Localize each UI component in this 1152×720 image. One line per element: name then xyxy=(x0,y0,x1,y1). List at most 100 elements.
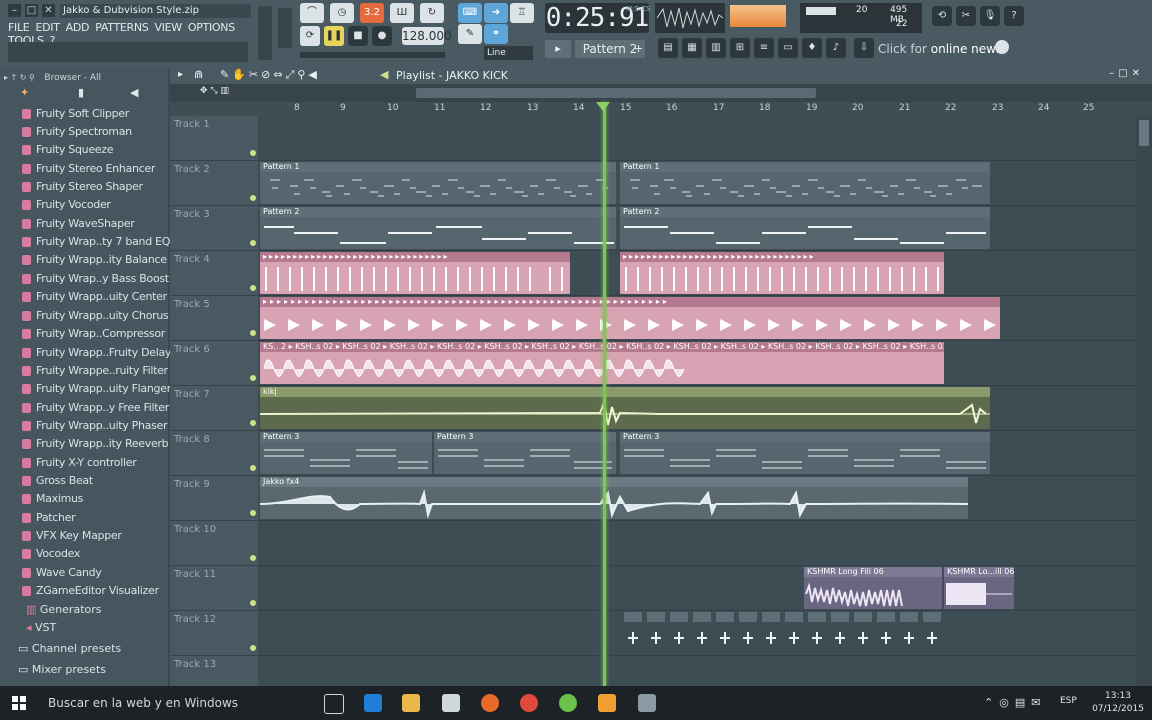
link-icon[interactable]: ⚭ xyxy=(484,24,508,44)
task-view-icon[interactable] xyxy=(324,694,344,714)
file-explorer-icon[interactable] xyxy=(402,694,420,712)
fl-studio-icon[interactable] xyxy=(598,694,616,712)
playhead-marker-icon[interactable] xyxy=(596,102,610,111)
track-mute-icon[interactable] xyxy=(250,240,256,246)
track-lane[interactable]: Pattern 3 Pattern 3 Pattern 3 xyxy=(258,431,1136,476)
audio-clip-kikj[interactable]: kikj xyxy=(260,387,990,429)
track-lane[interactable]: KSHMR Long Fill 06 KSHMR Lo...ill 06 xyxy=(258,566,1136,611)
browser-item[interactable]: Fruity Wrapp..Fruity Delay xyxy=(22,344,171,362)
browser-sort-icon[interactable]: ✦ xyxy=(20,86,32,99)
browser-item[interactable]: Fruity Wrapp..ity Balance xyxy=(22,251,167,269)
browser-item[interactable]: Wave Candy xyxy=(22,564,102,582)
pattern-clip[interactable]: Pattern 3 xyxy=(260,432,432,474)
browser-item[interactable]: Fruity Spectroman xyxy=(22,123,132,141)
track-mute-icon[interactable] xyxy=(250,645,256,651)
cut-icon[interactable]: ✂ xyxy=(956,6,976,26)
firefox-icon[interactable] xyxy=(481,694,499,712)
pattern-clip[interactable]: Pattern 3 xyxy=(434,432,616,474)
pattern-prev-icon[interactable]: ▸ xyxy=(545,40,571,58)
browser-item[interactable]: Fruity Wrapp..y Free Filter xyxy=(22,399,169,417)
blend-notes-icon[interactable]: ♖ xyxy=(510,3,534,23)
language-indicator[interactable]: ESP xyxy=(1060,696,1077,706)
playlist-nav-icon[interactable]: ✥ ⤡ ▥ xyxy=(200,86,250,98)
track-header[interactable]: Track 2 xyxy=(170,161,258,206)
track-lane[interactable] xyxy=(258,116,1136,161)
store-icon[interactable] xyxy=(442,694,460,712)
browser-item[interactable]: ZGameEditor Visualizer xyxy=(22,582,159,600)
track-lane[interactable]: ▸▸▸▸▸▸▸▸▸▸▸▸▸▸▸▸▸▸▸▸▸▸▸▸▸▸▸▸▸▸▸▸▸▸▸▸▸▸▸▸… xyxy=(258,296,1136,341)
mixer-icon[interactable]: ⊞ xyxy=(730,38,750,58)
pattern-song-toggle-icon[interactable]: ⟳ xyxy=(300,26,320,46)
track-mute-icon[interactable] xyxy=(250,465,256,471)
audio-clip-bass[interactable]: ▸▸▸▸▸▸▸▸▸▸▸▸▸▸▸▸▸▸▸▸▸▸▸▸▸▸▸▸▸▸▸▸▸▸▸▸▸▸▸▸… xyxy=(260,297,1000,339)
loop-record-icon[interactable]: ↻ xyxy=(420,3,444,23)
menu-file[interactable]: FILE xyxy=(8,21,30,34)
vertical-scrollbar[interactable] xyxy=(1136,116,1152,686)
track-mute-icon[interactable] xyxy=(250,375,256,381)
track-mute-icon[interactable] xyxy=(250,285,256,291)
plugin-picker-icon[interactable]: ♦ xyxy=(802,38,822,58)
pattern-clip[interactable]: Pattern 2 xyxy=(620,207,990,249)
track-mute-icon[interactable] xyxy=(250,195,256,201)
mixer-faders-icon[interactable]: ≡ xyxy=(754,38,774,58)
browser-item[interactable]: Fruity Wrap..ty 7 band EQ xyxy=(22,233,170,251)
metronome-icon[interactable]: ◷ xyxy=(330,3,354,23)
online-news-link[interactable]: Click for online news xyxy=(878,40,1010,58)
mic-icon[interactable]: 🎙 xyxy=(980,6,1000,26)
browser-item[interactable]: Fruity Vocoder xyxy=(22,196,111,214)
browser-folder-icon[interactable]: ▮ xyxy=(78,86,90,99)
piano-roll-icon[interactable]: ▦ xyxy=(682,38,702,58)
minimize-icon[interactable]: – xyxy=(8,4,21,17)
track-lane[interactable]: KS.. 2 ▸ KSH..s 02 ▸ KSH..s 02 ▸ KSH..s … xyxy=(258,341,1136,386)
help-icon[interactable]: ? xyxy=(1004,6,1024,26)
browser-item[interactable]: Vocodex xyxy=(22,545,80,563)
browser-speaker-icon[interactable]: ◀ xyxy=(130,86,142,99)
magnet-icon[interactable]: ⋒ xyxy=(194,68,203,81)
track-mute-icon[interactable] xyxy=(250,420,256,426)
edge-icon[interactable] xyxy=(364,694,382,712)
audio-clip-kshmr-fill[interactable]: KSHMR Long Fill 06 xyxy=(804,567,942,609)
master-volume-slider[interactable] xyxy=(258,6,272,60)
channel-rack-icon[interactable]: ▥ xyxy=(706,38,726,58)
track-lane[interactable] xyxy=(258,611,1136,656)
browser-folder-channel-presets[interactable]: ▭ Channel presets xyxy=(18,640,121,658)
pattern-clip[interactable]: Pattern 3 xyxy=(620,432,990,474)
audio-clip-hits[interactable] xyxy=(624,612,942,654)
tempo-display[interactable]: 128.000 xyxy=(402,27,452,45)
track-header[interactable]: Track 12 xyxy=(170,611,258,656)
snap-select[interactable]: Line xyxy=(484,46,533,60)
browser-item[interactable]: Fruity Stereo Enhancer xyxy=(22,160,155,178)
track-header[interactable]: Track 7 xyxy=(170,386,258,431)
browser-item[interactable]: Fruity Wrapp..ity Reeverb xyxy=(22,435,169,453)
audio-clip-jakko-fx[interactable]: Jakko fx4 xyxy=(260,477,968,519)
pattern-clip[interactable]: Pattern 2 xyxy=(260,207,616,249)
track-mute-icon[interactable] xyxy=(250,150,256,156)
audio-clip-kick[interactable]: ▸▸▸▸▸▸▸▸▸▸▸▸▸▸▸▸▸▸▸▸▸▸▸▸▸▸▸▸▸▸▸ xyxy=(260,252,570,294)
record-button[interactable]: ● xyxy=(372,26,392,46)
wait-input-icon[interactable]: ✎ xyxy=(458,24,482,44)
menu-options[interactable]: OPTIONS xyxy=(188,21,235,34)
playlist-options-icon[interactable]: ▸ xyxy=(178,69,183,80)
browser-item[interactable]: Maximus xyxy=(22,490,83,508)
utorrent-icon[interactable] xyxy=(559,694,577,712)
track-lane[interactable]: ▸▸▸▸▸▸▸▸▸▸▸▸▸▸▸▸▸▸▸▸▸▸▸▸▸▸▸▸▸▸▸ ▸▸▸▸▸▸▸▸… xyxy=(258,251,1136,296)
taskbar-clock[interactable]: 13:13 07/12/2015 xyxy=(1088,690,1148,716)
track-header[interactable]: Track 8 xyxy=(170,431,258,476)
track-mute-icon[interactable] xyxy=(250,330,256,336)
audio-clip-kshmr-fill[interactable]: KSHMR Lo...ill 06 xyxy=(944,567,1014,609)
app-icon[interactable] xyxy=(638,694,656,712)
pause-button[interactable]: ❚❚ xyxy=(324,26,344,46)
undo-icon[interactable]: ⟲ xyxy=(932,6,952,26)
audio-clip-kshmr[interactable]: KS.. 2 ▸ KSH..s 02 ▸ KSH..s 02 ▸ KSH..s … xyxy=(260,342,944,384)
track-header[interactable]: Track 10 xyxy=(170,521,258,566)
menu-add[interactable]: ADD xyxy=(66,21,90,34)
track-lane[interactable]: Pattern 1 Pattern 1 xyxy=(258,161,1136,206)
meter-display[interactable]: 3.2 xyxy=(360,3,384,23)
pattern-clip[interactable]: Pattern 1 xyxy=(260,162,616,204)
menu-patterns[interactable]: PATTERNS xyxy=(95,21,149,34)
track-lane[interactable] xyxy=(258,521,1136,566)
browser-folder-mixer-presets[interactable]: ▭ Mixer presets xyxy=(18,661,106,679)
windows-start-icon[interactable] xyxy=(12,696,26,710)
track-mute-icon[interactable] xyxy=(250,510,256,516)
browser-item[interactable]: Fruity Wrapp..uity Flanger xyxy=(22,380,171,398)
